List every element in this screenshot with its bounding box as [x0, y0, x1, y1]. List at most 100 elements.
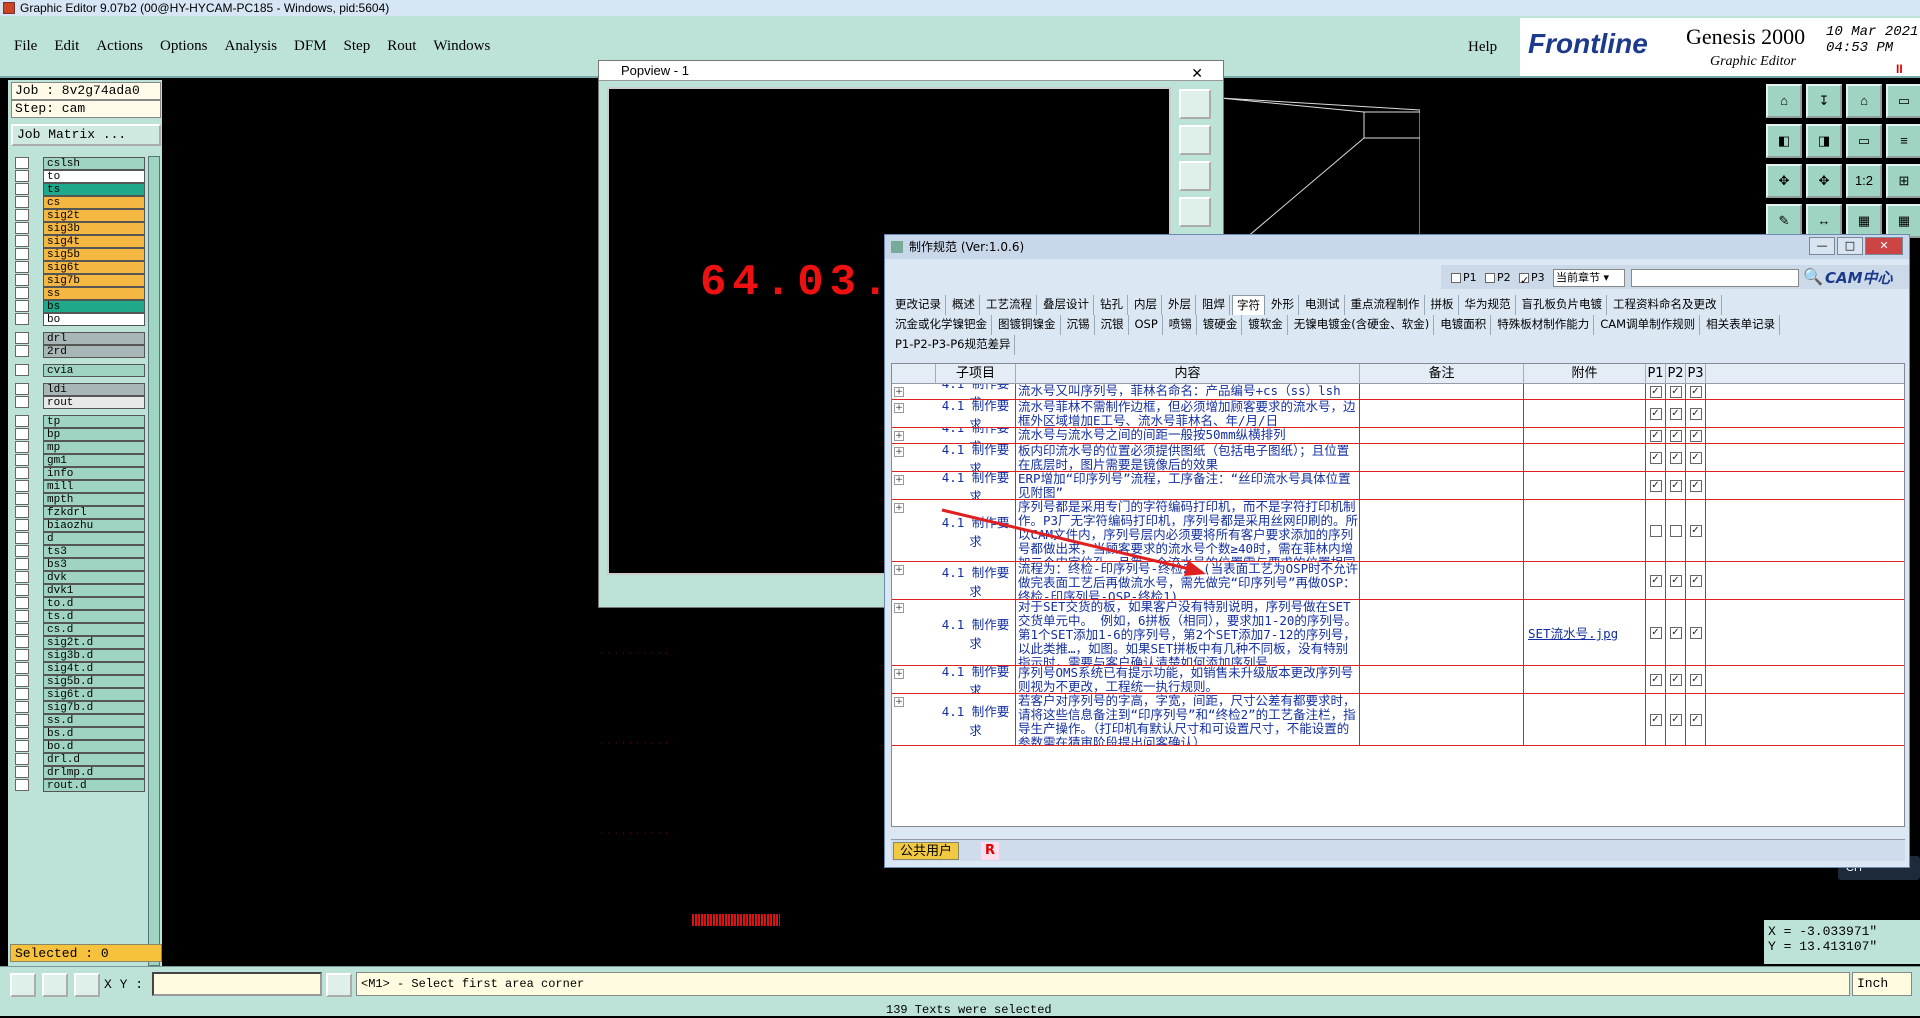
layer-checkbox[interactable]	[15, 519, 29, 531]
checkbox-icon[interactable]	[1649, 524, 1662, 537]
layer-row[interactable]: fzkdrl	[11, 505, 145, 519]
layer-row[interactable]: sig3b.d	[11, 648, 145, 662]
checkbox-icon[interactable]: ✓	[1689, 451, 1702, 464]
checkbox-icon[interactable]: ✓	[1689, 524, 1702, 537]
layer-name[interactable]: cslsh	[43, 156, 145, 170]
tab-item[interactable]: 电镀面积	[1436, 315, 1492, 335]
checkbox-icon[interactable]: ✓	[1649, 429, 1662, 442]
layer-name[interactable]: cvia	[43, 363, 145, 377]
column-header[interactable]: P3	[1686, 364, 1706, 384]
layer-row[interactable]: mpth	[11, 492, 145, 506]
layer-scrollbar[interactable]	[148, 156, 160, 966]
layer-checkbox[interactable]	[15, 300, 29, 312]
tab-item[interactable]: 喷锡	[1165, 315, 1197, 335]
fit-icon[interactable]: ✥	[1766, 164, 1802, 198]
tab-item[interactable]: 华为规范	[1461, 295, 1516, 315]
tab-item[interactable]: 沉银	[1097, 315, 1129, 335]
pause-icon[interactable]	[326, 973, 352, 997]
layer-row[interactable]: sig7b	[11, 273, 145, 287]
layer-row[interactable]: mp	[11, 440, 145, 454]
layer-row[interactable]: mill	[11, 479, 145, 493]
job-matrix-button[interactable]: Job Matrix ...	[11, 124, 161, 146]
layer-checkbox[interactable]	[15, 345, 29, 357]
layer-checkbox[interactable]	[15, 196, 29, 208]
table-row[interactable]: +4.1 制作要求流水号与流水号之间的间距一般按50mm纵横排列 ✓ ✓ ✓	[892, 428, 1904, 444]
layer-row[interactable]: ts3	[11, 544, 145, 558]
expand-icon[interactable]: +	[894, 475, 904, 485]
measure-tool-icon[interactable]	[42, 973, 68, 997]
layer-row[interactable]: biaozhu	[11, 518, 145, 532]
search-icon[interactable]: 🔍	[1803, 267, 1823, 286]
tab-item[interactable]: 沉金或化学镍钯金	[891, 315, 992, 335]
tab-item[interactable]: 图镀铜镍金	[994, 315, 1061, 335]
layer-name[interactable]: sig4t.d	[43, 661, 145, 675]
pan-left-icon[interactable]: ◧	[1766, 124, 1802, 158]
layer-checkbox[interactable]	[15, 532, 29, 544]
layer-checkbox[interactable]	[15, 779, 29, 791]
layer-row[interactable]: gm1	[11, 453, 145, 467]
tab-item[interactable]: 沉锡	[1063, 315, 1095, 335]
layer-row[interactable]: sig6t.d	[11, 687, 145, 701]
layer-checkbox[interactable]	[15, 688, 29, 700]
layer-checkbox[interactable]	[15, 467, 29, 479]
layer-name[interactable]: to	[43, 169, 145, 183]
tab-item[interactable]: 盲孔板负片电镀	[1518, 295, 1607, 315]
layer-name[interactable]: dvk1	[43, 583, 145, 597]
tab-item[interactable]: 概述	[948, 295, 980, 315]
checkbox-icon[interactable]: ✓	[1649, 451, 1662, 464]
layer-name[interactable]: mill	[43, 479, 145, 493]
layer-row[interactable]: bo	[11, 312, 145, 326]
menu-file[interactable]: File	[14, 38, 37, 55]
expand-icon[interactable]: +	[894, 403, 904, 413]
popview-tool-3[interactable]	[1179, 161, 1211, 191]
table-row[interactable]: +4.1 制作要求 对于SET交货的板，如果客户没有特别说明，序列号做在SET交货…	[892, 600, 1904, 666]
column-header[interactable]: 子项目	[936, 364, 1016, 384]
table-row[interactable]: +4.1 制作要求流水号又叫序列号，菲林名命名：产品编号+cs（ss）lsh ✓ ✓…	[892, 384, 1904, 400]
checkbox-icon[interactable]: ✓	[1669, 626, 1682, 639]
table-row[interactable]: +4.1 制作要求 序列号OMS系统已有提示功能，如销售未升级版本更改序列号则视为…	[892, 666, 1904, 694]
popview-tool-1[interactable]	[1179, 89, 1211, 119]
checkbox-icon[interactable]: ✓	[1649, 385, 1662, 398]
layer-row[interactable]: drl	[11, 331, 145, 345]
filter-p1-checkbox[interactable]: P1	[1451, 271, 1477, 284]
layer-row[interactable]: sig5b.d	[11, 674, 145, 688]
layer-checkbox[interactable]	[15, 545, 29, 557]
table-row[interactable]: +4.1 制作要求 板内印流水号的位置必须提供图纸（包括电子图纸）；且位置在底层时…	[892, 444, 1904, 472]
r-button[interactable]: R	[981, 842, 999, 860]
tab-item[interactable]: 镀硬金	[1199, 315, 1243, 335]
checkbox-icon[interactable]	[1669, 524, 1682, 537]
layer-checkbox[interactable]	[15, 209, 29, 221]
layer-checkbox[interactable]	[15, 714, 29, 726]
layer-name[interactable]: sig6t	[43, 260, 145, 274]
layer-name[interactable]: sig5b	[43, 247, 145, 261]
layer-name[interactable]: 2rd	[43, 344, 145, 358]
layer-row[interactable]: rout	[11, 395, 145, 409]
layer-name[interactable]: ss	[43, 286, 145, 300]
layer-checkbox[interactable]	[15, 364, 29, 376]
layer-checkbox[interactable]	[15, 493, 29, 505]
scale-icon[interactable]: 1:2	[1846, 164, 1882, 198]
checkbox-icon[interactable]: ✓	[1689, 713, 1702, 726]
tab-item[interactable]: 拼板	[1427, 295, 1459, 315]
layer-name[interactable]: sig3b.d	[43, 648, 145, 662]
layer-row[interactable]: d	[11, 531, 145, 545]
tab-item[interactable]: 阻焊	[1198, 295, 1230, 315]
layer-row[interactable]: sig5b	[11, 247, 145, 261]
tab-item[interactable]: CAM调单制作规则	[1596, 315, 1701, 335]
layer-checkbox[interactable]	[15, 623, 29, 635]
tab-item[interactable]: 内层	[1130, 295, 1162, 315]
menu-analysis[interactable]: Analysis	[225, 38, 278, 55]
layer-name[interactable]: rout.d	[43, 778, 145, 792]
layer-name[interactable]: bs3	[43, 557, 145, 571]
layer-row[interactable]: ldi	[11, 382, 145, 396]
coordinate-input[interactable]	[152, 972, 322, 996]
menu-windows[interactable]: Windows	[433, 38, 490, 55]
layer-name[interactable]: fzkdrl	[43, 505, 145, 519]
tab-item[interactable]: 镀软金	[1244, 315, 1288, 335]
layer-name[interactable]: sig2t.d	[43, 635, 145, 649]
checkbox-icon[interactable]: ✓	[1649, 713, 1662, 726]
layer-row[interactable]: dvk	[11, 570, 145, 584]
layer-name[interactable]: bp	[43, 427, 145, 441]
tab-item[interactable]: 电测试	[1301, 295, 1345, 315]
layer-checkbox[interactable]	[15, 571, 29, 583]
